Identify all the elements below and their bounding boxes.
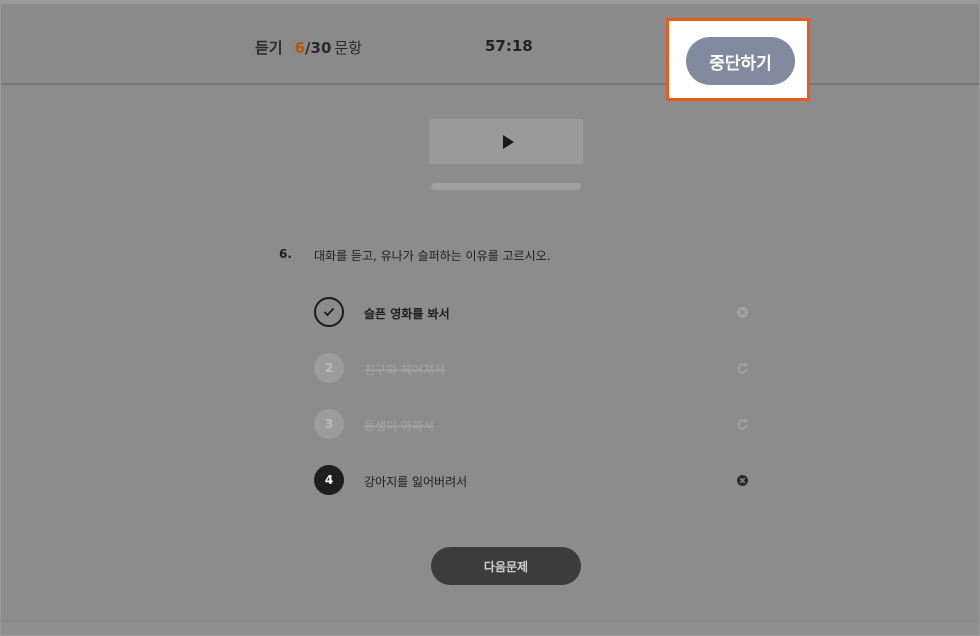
answer-option-3[interactable]: 3 동생이 아파서 [314,407,754,441]
question-number: 6. [279,247,292,261]
answer-option-2[interactable]: 2 친구와 헤어져서 [314,351,754,385]
next-question-button[interactable]: 다음문제 [431,547,581,585]
checkmark-icon [323,307,335,317]
option-number-marker: 4 [314,465,344,495]
option-number-marker: 3 [314,409,344,439]
remove-circle-icon[interactable] [736,306,749,319]
countdown-timer: 57:18 [485,37,533,55]
stop-button[interactable]: 중단하기 [686,37,795,85]
question-progress: 듣기 6 / 30 문항 [255,37,362,58]
option-text: 슬픈 영화를 봐서 [364,307,450,321]
header-bar: 듣기 6 / 30 문항 57:18 [1,1,979,85]
restore-icon[interactable] [736,362,749,375]
option-selected-marker [314,297,344,327]
answer-option-1[interactable]: 슬픈 영화를 봐서 [314,295,754,329]
current-question-number: 6 [294,39,306,57]
play-icon [502,134,514,149]
option-text: 친구와 헤어져서 [364,363,446,377]
progress-unit: 문항 [334,39,363,57]
option-text: 동생이 아파서 [364,419,435,433]
restore-icon[interactable] [736,418,749,431]
question-text: 대화를 듣고, 유나가 슬퍼하는 이유를 고르시오. [314,249,551,263]
footer-strip [1,623,979,635]
total-questions: 30 [310,39,332,57]
audio-progress-bar[interactable] [431,183,581,190]
remove-circle-icon[interactable] [736,474,749,487]
answer-option-4[interactable]: 4 강아지를 잃어버려서 [314,463,754,497]
option-number-marker: 2 [314,353,344,383]
option-text: 강아지를 잃어버려서 [364,475,468,489]
exam-screen: 듣기 6 / 30 문항 57:18 중단하기 6. 대화를 듣고, 유나가 슬… [0,0,980,636]
audio-play-button[interactable] [429,119,583,164]
stop-button-highlight: 중단하기 [666,18,810,101]
section-label: 듣기 [255,39,283,57]
